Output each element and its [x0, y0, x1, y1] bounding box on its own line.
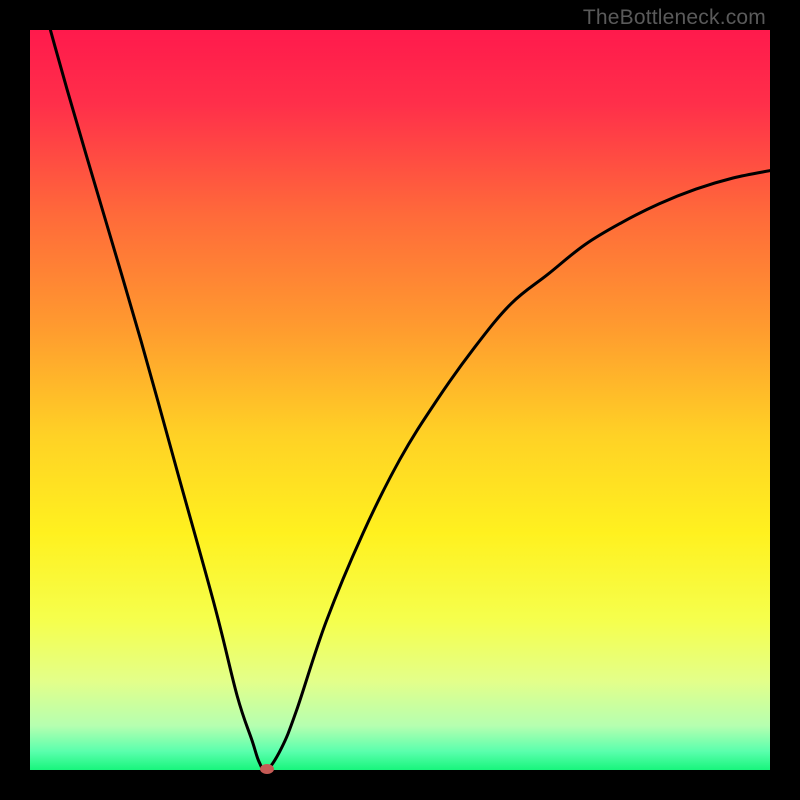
minimum-marker — [260, 764, 274, 774]
bottleneck-curve — [30, 30, 770, 770]
chart-frame — [30, 30, 770, 770]
watermark-text: TheBottleneck.com — [583, 6, 766, 30]
